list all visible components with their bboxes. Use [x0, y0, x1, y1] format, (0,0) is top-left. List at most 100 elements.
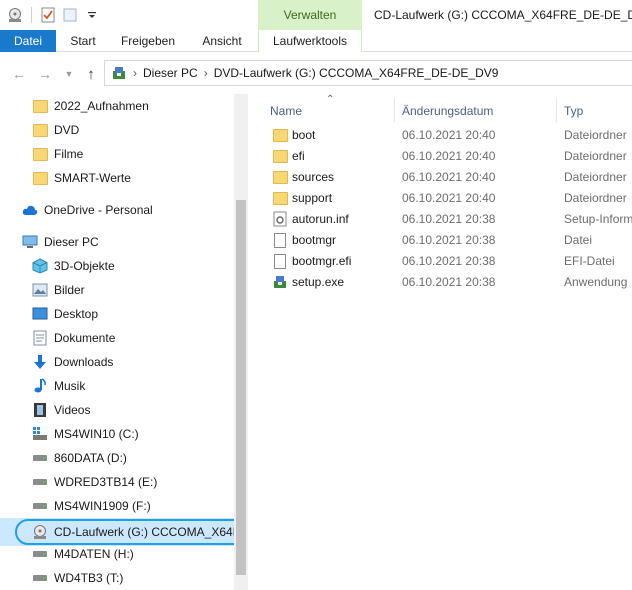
nav-item-label: Dokumente — [54, 331, 116, 345]
breadcrumb-this-pc[interactable]: Dieser PC — [143, 66, 198, 80]
file-row[interactable]: bootmgr.efi 06.10.2021 20:38 EFI-Datei — [250, 251, 632, 272]
tab-datei[interactable]: Datei — [0, 30, 56, 52]
recent-locations-icon[interactable]: ▼ — [60, 65, 78, 83]
properties-icon[interactable] — [39, 6, 57, 24]
back-arrow-icon[interactable]: ← — [10, 65, 28, 83]
column-header-name[interactable]: Name — [270, 100, 302, 122]
file-name: bootmgr — [292, 233, 337, 247]
file-row[interactable]: support 06.10.2021 20:40 Dateiordner — [250, 188, 632, 209]
nav-drive-f[interactable]: MS4WIN1909 (F:) — [32, 495, 151, 517]
nav-folder-dvd[interactable]: DVD — [32, 119, 79, 141]
nav-drive-h[interactable]: M4DATEN (H:) — [32, 543, 134, 565]
address-row: ← → ▼ ↑ › Dieser PC › DVD-Laufwerk (G:) … — [0, 52, 632, 94]
nav-folder-label: SMART-Werte — [54, 171, 131, 185]
cd-drive-icon — [32, 524, 48, 540]
file-name: bootmgr.efi — [292, 254, 352, 268]
file-type: Anwendung — [564, 275, 628, 289]
forward-arrow-icon[interactable]: → — [36, 65, 54, 83]
column-divider[interactable] — [556, 98, 557, 122]
file-type: Datei — [564, 233, 593, 247]
folder-icon — [32, 122, 48, 138]
file-date: 06.10.2021 20:38 — [402, 254, 496, 268]
file-list: ⌃ Name Änderungsdatum Typ boot 06.10.2021… — [250, 94, 632, 590]
file-name: efi — [292, 149, 305, 163]
file-name: support — [292, 191, 333, 205]
cloud-icon — [22, 202, 38, 218]
column-header-type[interactable]: Typ — [564, 100, 583, 122]
file-type: Dateiordner — [564, 170, 627, 184]
nav-drive-g-selected[interactable]: CD-Laufwerk (G:) CCCOMA_X64FF — [32, 521, 247, 543]
tab-laufwerktools[interactable]: Laufwerktools — [258, 30, 362, 52]
nav-drive-t[interactable]: WD4TB3 (T:) — [32, 567, 123, 589]
breadcrumb-dvd-drive[interactable]: DVD-Laufwerk (G:) CCCOMA_X64FRE_DE-DE_DV… — [214, 66, 499, 80]
file-name: boot — [292, 128, 316, 142]
folder-icon — [32, 170, 48, 186]
folder-icon — [272, 169, 288, 185]
nav-drive-label: 860DATA (D:) — [54, 451, 127, 465]
file-type: EFI-Datei — [564, 254, 615, 268]
nav-drive-label: WD4TB3 (T:) — [54, 571, 124, 585]
file-row[interactable]: bootmgr 06.10.2021 20:38 Datei — [250, 230, 632, 251]
tab-freigeben[interactable]: Freigeben — [116, 30, 180, 52]
nav-videos[interactable]: Videos — [32, 399, 90, 421]
file-date: 06.10.2021 20:40 — [402, 191, 496, 205]
nav-folder-label: DVD — [54, 123, 80, 137]
drive-icon[interactable] — [6, 6, 24, 24]
download-arrow-icon — [32, 354, 48, 370]
nav-pictures[interactable]: Bilder — [32, 279, 85, 301]
cube-icon — [32, 258, 48, 274]
nav-drive-label: MS4WIN10 (C:) — [54, 427, 139, 441]
folder-icon — [272, 190, 288, 206]
nav-drive-e[interactable]: WDRED3TB14 (E:) — [32, 471, 157, 493]
contextual-tab-group-header: Verwalten — [258, 0, 362, 30]
nav-documents[interactable]: Dokumente — [32, 327, 115, 349]
tab-ansicht[interactable]: Ansicht — [194, 30, 250, 52]
ribbon-tabs: Datei Start Freigeben Ansicht Laufwerkto… — [0, 30, 632, 52]
nav-3d-objects[interactable]: 3D-Objekte — [32, 255, 115, 277]
hard-drive-icon — [32, 450, 48, 466]
nav-drive-label: MS4WIN1909 (F:) — [54, 499, 151, 513]
nav-folder-2022-aufnahmen[interactable]: 2022_Aufnahmen — [32, 95, 149, 117]
new-folder-icon[interactable] — [61, 6, 79, 24]
nav-folder-filme[interactable]: Filme — [32, 143, 83, 165]
file-row[interactable]: sources 06.10.2021 20:40 Dateiordner — [250, 167, 632, 188]
file-row[interactable]: autorun.inf 06.10.2021 20:38 Setup-Inform — [250, 209, 632, 230]
nav-drive-c[interactable]: MS4WIN10 (C:) — [32, 423, 139, 445]
nav-folder-smart-werte[interactable]: SMART-Werte — [32, 167, 131, 189]
address-bar[interactable]: › Dieser PC › DVD-Laufwerk (G:) CCCOMA_X… — [104, 60, 632, 86]
setup-app-icon — [272, 274, 288, 290]
music-note-icon — [32, 378, 48, 394]
nav-downloads[interactable]: Downloads — [32, 351, 113, 373]
nav-onedrive[interactable]: OneDrive - Personal — [22, 199, 153, 221]
file-row[interactable]: setup.exe 06.10.2021 20:38 Anwendung — [250, 272, 632, 293]
file-icon — [272, 253, 288, 269]
hard-drive-icon — [32, 570, 48, 586]
nav-drive-d[interactable]: 860DATA (D:) — [32, 447, 127, 469]
file-icon — [272, 232, 288, 248]
computer-icon — [22, 234, 38, 250]
column-header-date[interactable]: Änderungsdatum — [402, 100, 493, 122]
file-name: setup.exe — [292, 275, 345, 289]
nav-this-pc[interactable]: Dieser PC — [22, 231, 99, 253]
nav-folder-label: Filme — [54, 147, 84, 161]
file-row[interactable]: efi 06.10.2021 20:40 Dateiordner — [250, 146, 632, 167]
column-divider[interactable] — [394, 98, 395, 122]
customize-toolbar-icon[interactable] — [83, 6, 101, 24]
file-row[interactable]: boot 06.10.2021 20:40 Dateiordner — [250, 125, 632, 146]
nav-drive-label: WDRED3TB14 (E:) — [54, 475, 158, 489]
settings-file-icon — [272, 211, 288, 227]
file-date: 06.10.2021 20:40 — [402, 149, 496, 163]
breadcrumb-chevron-icon[interactable]: › — [133, 66, 137, 80]
film-icon — [32, 402, 48, 418]
nav-music[interactable]: Musik — [32, 375, 85, 397]
nav-drive-label: CD-Laufwerk (G:) CCCOMA_X64FF — [54, 525, 248, 539]
nav-scrollbar-thumb[interactable] — [236, 200, 246, 575]
file-date: 06.10.2021 20:38 — [402, 233, 496, 247]
nav-desktop[interactable]: Desktop — [32, 303, 98, 325]
tab-start[interactable]: Start — [58, 30, 108, 52]
nav-item-label: Bilder — [54, 283, 85, 297]
breadcrumb-chevron-icon[interactable]: › — [204, 66, 208, 80]
desktop-icon — [32, 306, 48, 322]
up-arrow-icon[interactable]: ↑ — [82, 65, 100, 83]
file-date: 06.10.2021 20:38 — [402, 275, 496, 289]
